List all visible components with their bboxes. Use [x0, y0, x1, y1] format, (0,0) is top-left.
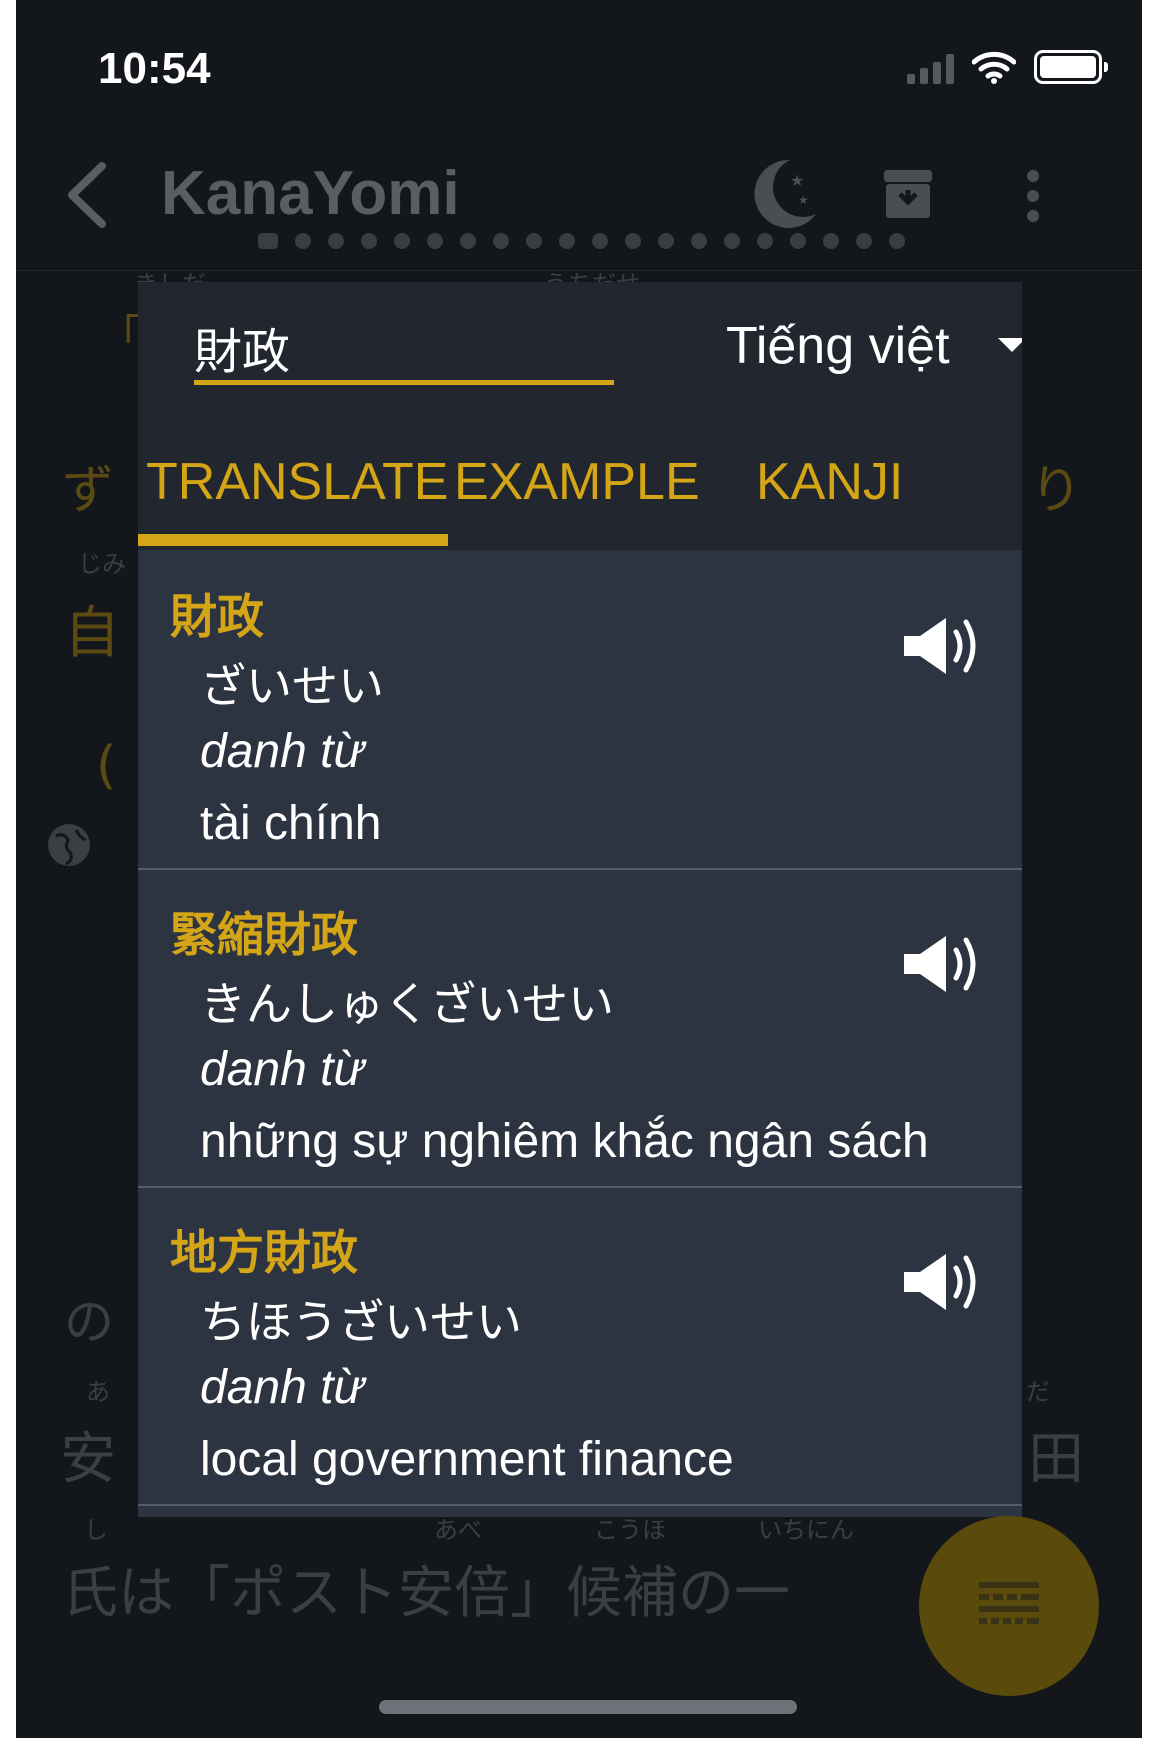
entry-reading: きんしゅくざいせい [200, 977, 614, 1031]
furigana: あ [86, 1378, 110, 1406]
entry-reading: ざいせい [200, 659, 384, 713]
tab-translate[interactable]: TRANSLATE [146, 452, 448, 512]
entry-meaning: tài chính [200, 797, 382, 850]
article-text: ず [62, 461, 115, 521]
article-text: の [64, 1293, 114, 1351]
speaker-icon[interactable] [900, 1250, 988, 1314]
keyboard-fab[interactable] [919, 1516, 1099, 1696]
article-text: 安 [60, 1427, 116, 1492]
article-text: り [1030, 461, 1083, 521]
night-mode-icon[interactable]: ★ ★ [750, 156, 820, 232]
article-text: 氏は「ポスト安倍」候補の一 [62, 1561, 790, 1626]
furigana: だ [1026, 1378, 1050, 1406]
result-entry[interactable]: 財政 ざいせい danh từ tài chính [138, 550, 1022, 870]
entry-part-of-speech: danh từ [200, 725, 364, 778]
entry-meaning: local government finance [200, 1433, 734, 1486]
caret-down-icon[interactable] [998, 338, 1022, 352]
dialog-header: 財政 Tiếng việt TRANSLATE EXAMPLE KANJI [138, 282, 1022, 550]
active-tab-indicator [138, 534, 448, 546]
globe-icon[interactable] [46, 822, 92, 868]
keyboard-icon [979, 1582, 1039, 1624]
language-select[interactable]: Tiếng việt [726, 316, 950, 376]
more-options-icon[interactable] [1026, 170, 1040, 222]
article-text: 「 [98, 311, 142, 362]
entry-word: 財政 [170, 590, 264, 645]
entry-reading: ちほうざいせい [200, 1295, 522, 1349]
app-title: KanaYomi [161, 159, 460, 228]
dictionary-dialog: 財政 Tiếng việt TRANSLATE EXAMPLE KANJI 財政… [138, 282, 1022, 1517]
back-icon[interactable] [60, 160, 116, 230]
search-underline [194, 380, 614, 385]
signal-icon [907, 50, 954, 84]
battery-icon [1034, 50, 1108, 84]
article-text: ( [96, 736, 117, 796]
app-screen: 10:54 KanaYomi ★ ★ 「 ず り じみ 自 (の あ だ 安 … [16, 0, 1142, 1738]
entry-meaning: những sự nghiêm khắc ngân sách [200, 1115, 929, 1168]
tab-kanji[interactable]: KANJI [756, 452, 903, 512]
article-text: 田 [1028, 1427, 1084, 1492]
entry-part-of-speech: danh từ [200, 1043, 364, 1096]
article-text: 自 [64, 601, 120, 666]
tab-example[interactable]: EXAMPLE [454, 452, 700, 512]
entry-word: 緊縮財政 [170, 908, 358, 963]
wifi-icon [972, 51, 1016, 84]
status-icons [907, 50, 1108, 84]
svg-text:★: ★ [798, 193, 809, 207]
status-time: 10:54 [98, 44, 211, 93]
result-entry[interactable]: 地方財政 ちほうざいせい danh từ local government fi… [138, 1186, 1022, 1506]
speaker-icon[interactable] [900, 614, 988, 678]
search-input[interactable]: 財政 [194, 312, 290, 382]
svg-text:★: ★ [790, 171, 804, 190]
speaker-icon[interactable] [900, 932, 988, 996]
page-indicator [258, 233, 905, 249]
entry-part-of-speech: danh từ [200, 1361, 364, 1414]
furigana: じみ [78, 550, 126, 578]
furigana: し [84, 1516, 108, 1544]
entry-word: 地方財政 [170, 1226, 358, 1281]
home-indicator[interactable] [379, 1700, 797, 1714]
result-entry[interactable]: 緊縮財政 きんしゅくざいせい danh từ những sự nghiêm k… [138, 868, 1022, 1188]
archive-icon[interactable] [882, 168, 934, 220]
